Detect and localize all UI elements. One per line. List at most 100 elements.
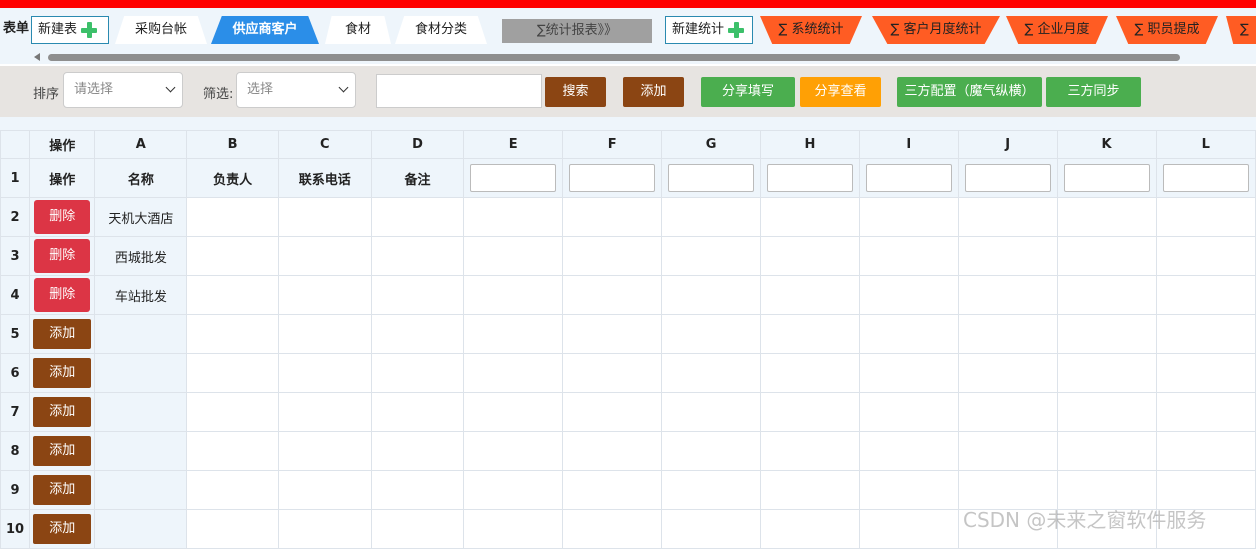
grid-cell[interactable] [759, 470, 860, 510]
grid-cell[interactable] [370, 197, 465, 237]
grid-cell[interactable] [277, 236, 372, 276]
tab-supplier-customer[interactable]: 供应商客户 [211, 16, 319, 44]
grid-cell[interactable] [186, 236, 279, 276]
grid-cell[interactable] [1155, 275, 1256, 315]
column-letter[interactable]: K [1056, 130, 1157, 159]
grid-cell[interactable] [370, 314, 465, 354]
grid-cell[interactable] [858, 392, 959, 432]
grid-cell[interactable] [1155, 353, 1256, 393]
grid-cell[interactable] [1056, 353, 1157, 393]
grid-cell[interactable] [370, 392, 465, 432]
grid-cell[interactable] [858, 353, 959, 393]
column-letter[interactable]: B [186, 130, 279, 159]
grid-cell[interactable] [186, 431, 279, 471]
add-row-button[interactable]: 添加 [33, 514, 92, 544]
share-view-button[interactable]: 分享查看 [800, 77, 881, 107]
grid-cell[interactable] [277, 509, 372, 549]
grid-cell[interactable] [957, 275, 1058, 315]
grid-cell[interactable] [370, 236, 465, 276]
grid-cell[interactable] [463, 314, 564, 354]
column-letter[interactable]: C [277, 130, 372, 159]
grid-cell[interactable] [858, 314, 959, 354]
name-cell[interactable]: 车站批发 [94, 275, 188, 315]
tab-more-stats[interactable]: ∑ [1226, 16, 1256, 44]
grid-cell[interactable] [1155, 314, 1256, 354]
grid-cell[interactable] [661, 236, 761, 276]
header-input[interactable] [1162, 164, 1249, 192]
header-cell-phone[interactable]: 联系电话 [277, 158, 372, 198]
add-row-button[interactable]: 添加 [33, 358, 92, 388]
grid-cell[interactable] [759, 509, 860, 549]
column-letter[interactable]: D [370, 130, 465, 159]
grid-cell[interactable] [858, 431, 959, 471]
grid-cell[interactable] [858, 236, 959, 276]
name-cell[interactable]: 西城批发 [94, 236, 188, 276]
name-cell[interactable] [94, 431, 188, 471]
grid-cell[interactable] [1056, 431, 1157, 471]
header-input[interactable] [569, 164, 656, 192]
column-letter[interactable]: H [759, 130, 860, 159]
grid-cell[interactable] [661, 470, 761, 510]
header-cell-owner[interactable]: 负责人 [186, 158, 279, 198]
grid-cell[interactable] [1056, 392, 1157, 432]
grid-cell[interactable] [759, 353, 860, 393]
grid-cell[interactable] [370, 470, 465, 510]
add-row-button[interactable]: 添加 [33, 475, 92, 505]
grid-cell[interactable] [1056, 197, 1157, 237]
name-cell[interactable] [94, 314, 188, 354]
add-row-button[interactable]: 添加 [33, 436, 92, 466]
grid-cell[interactable] [370, 275, 465, 315]
grid-cell[interactable] [1155, 392, 1256, 432]
sort-select[interactable]: 请选择 [63, 72, 183, 108]
grid-cell[interactable] [562, 509, 663, 549]
column-letter[interactable]: G [661, 130, 761, 159]
grid-cell[interactable] [661, 353, 761, 393]
filter-select[interactable]: 选择 [236, 72, 356, 108]
add-row-button[interactable]: 添加 [33, 397, 92, 427]
tab-customer-monthly-stats[interactable]: ∑ 客户月度统计 [872, 16, 1000, 44]
grid-cell[interactable] [1056, 314, 1157, 354]
tab-stats-report[interactable]: ∑统计报表》》 [502, 19, 652, 43]
grid-cell[interactable] [277, 314, 372, 354]
grid-cell[interactable] [277, 470, 372, 510]
grid-cell[interactable] [277, 392, 372, 432]
third-party-sync-button[interactable]: 三方同步 [1046, 77, 1141, 107]
tab-system-stats[interactable]: ∑ 系统统计 [760, 16, 862, 44]
grid-cell[interactable] [463, 197, 564, 237]
header-cell-notes[interactable]: 备注 [370, 158, 465, 198]
grid-cell[interactable] [759, 314, 860, 354]
grid-cell[interactable] [463, 431, 564, 471]
grid-cell[interactable] [186, 392, 279, 432]
name-cell[interactable] [94, 392, 188, 432]
grid-cell[interactable] [661, 431, 761, 471]
grid-cell[interactable] [277, 275, 372, 315]
delete-row-button[interactable]: 删除 [34, 239, 91, 273]
grid-cell[interactable] [759, 275, 860, 315]
grid-cell[interactable] [463, 236, 564, 276]
name-cell[interactable] [94, 353, 188, 393]
name-cell[interactable] [94, 470, 188, 510]
grid-cell[interactable] [759, 197, 860, 237]
grid-cell[interactable] [562, 314, 663, 354]
tab-ingredient-category[interactable]: 食材分类 [395, 16, 487, 44]
grid-cell[interactable] [562, 197, 663, 237]
grid-cell[interactable] [463, 392, 564, 432]
grid-cell[interactable] [957, 236, 1058, 276]
grid-cell[interactable] [661, 509, 761, 549]
grid-cell[interactable] [858, 470, 959, 510]
grid-cell[interactable] [370, 353, 465, 393]
delete-row-button[interactable]: 删除 [34, 278, 91, 312]
grid-cell[interactable] [957, 353, 1058, 393]
grid-cell[interactable] [661, 314, 761, 354]
grid-cell[interactable] [957, 197, 1058, 237]
grid-cell[interactable] [463, 353, 564, 393]
column-letter[interactable]: L [1155, 130, 1256, 159]
grid-cell[interactable] [858, 509, 959, 549]
grid-cell[interactable] [759, 431, 860, 471]
grid-cell[interactable] [562, 470, 663, 510]
grid-cell[interactable] [759, 392, 860, 432]
third-party-config-button[interactable]: 三方配置（魔气纵横） [897, 77, 1042, 107]
grid-cell[interactable] [562, 275, 663, 315]
name-cell[interactable]: 天机大酒店 [94, 197, 188, 237]
column-letter[interactable]: A [94, 130, 188, 159]
